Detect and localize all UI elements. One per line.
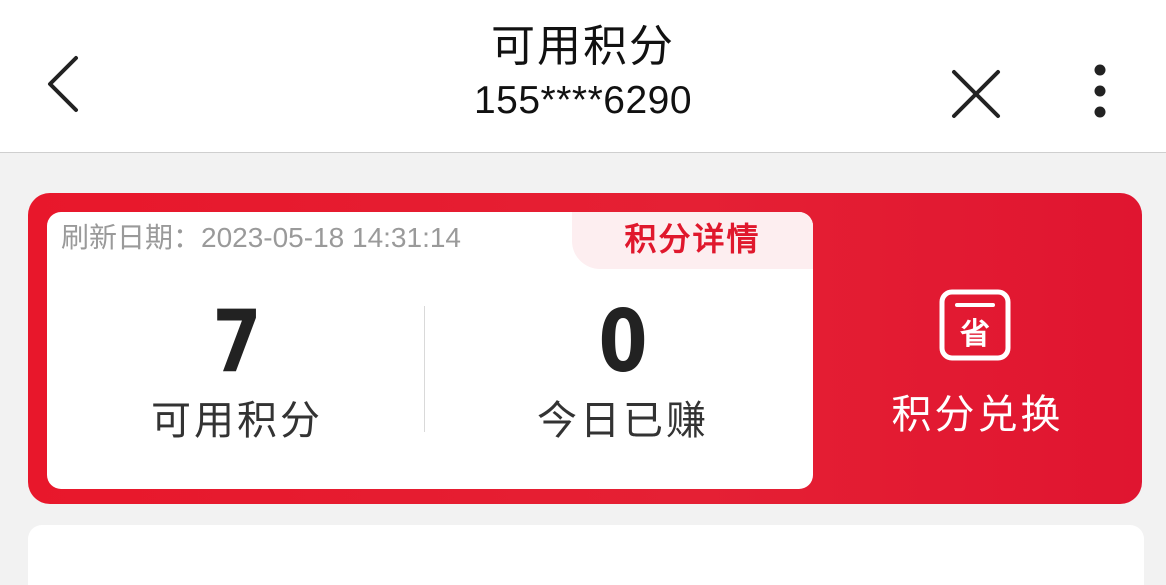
content-panel (28, 525, 1144, 585)
back-button[interactable] (38, 52, 98, 116)
close-icon (952, 70, 1000, 118)
chevron-left-icon (48, 56, 78, 112)
phone-number: 155****6290 (473, 79, 693, 122)
available-points-value: 7 (212, 292, 262, 392)
points-exchange-button[interactable]: 省 积分兑换 (813, 193, 1142, 504)
more-button[interactable] (1080, 60, 1120, 124)
close-button[interactable] (946, 64, 1006, 124)
points-summary: 刷新日期：2023-05-18 14:31:14 积分详情 7 可用积分 0 今… (47, 212, 813, 489)
available-points-stat[interactable]: 7 可用积分 (47, 294, 427, 446)
points-exchange-label: 积分兑换 (891, 392, 1064, 438)
points-card: 刷新日期：2023-05-18 14:31:14 积分详情 7 可用积分 0 今… (28, 193, 1142, 504)
top-nav-bar: 可用积分 155****6290 (0, 0, 1166, 153)
save-coupon-icon-text: 省 (960, 317, 990, 352)
earned-today-label: 今日已赚 (537, 398, 709, 444)
earned-today-stat[interactable]: 0 今日已赚 (433, 294, 813, 446)
available-points-label: 可用积分 (151, 398, 323, 444)
points-details-button[interactable]: 积分详情 (572, 212, 813, 269)
page-title: 可用积分 (491, 21, 675, 72)
more-vertical-icon (1094, 64, 1106, 118)
title-block: 可用积分 155****6290 (283, 18, 883, 126)
refresh-date: 刷新日期：2023-05-18 14:31:14 (61, 222, 461, 253)
stat-divider (424, 306, 425, 432)
save-coupon-icon: 省 (939, 289, 1011, 361)
earned-today-value: 0 (598, 292, 648, 392)
